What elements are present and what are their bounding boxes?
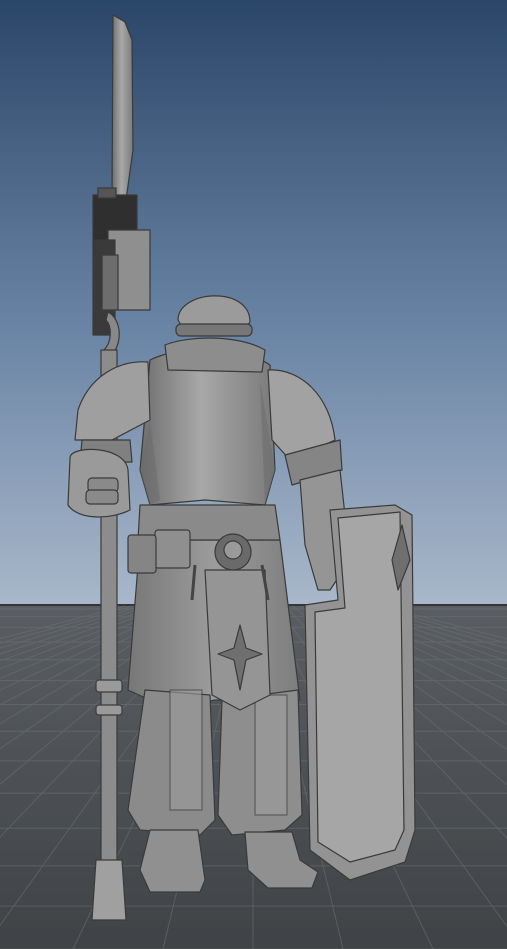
- torso-armor: [139, 348, 276, 506]
- halberd-blade: [111, 14, 134, 201]
- 3d-viewport: [0, 0, 507, 949]
- belt-pouch: [154, 529, 191, 569]
- left-boot: [139, 829, 206, 893]
- viewport-canvas: [0, 0, 507, 949]
- helmet-rim: [175, 323, 253, 337]
- halberd-butt: [91, 859, 127, 921]
- gorget-collar: [164, 337, 266, 373]
